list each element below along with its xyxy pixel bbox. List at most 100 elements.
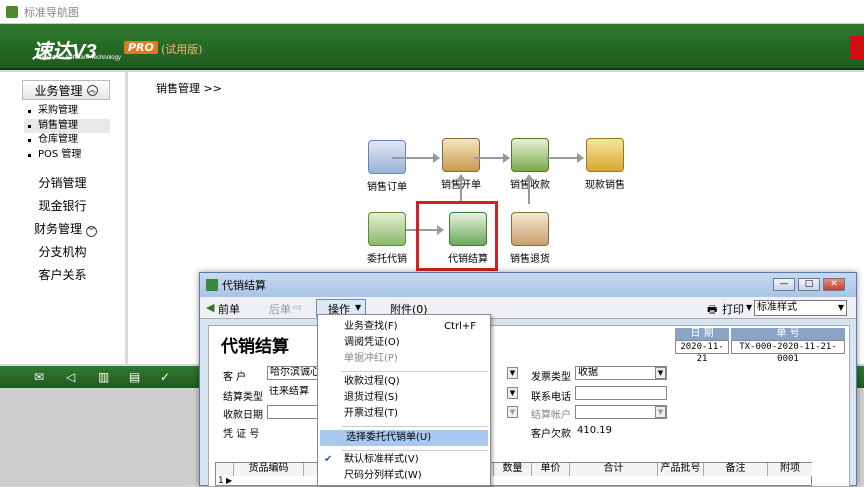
dialog-toolbar: ◀ 前单 后单 ⇨ 操作 ▼ 附件(0) 🖶 打印 ▼ 标准样式 <box>200 297 856 319</box>
menu-item-voucher[interactable]: 调阅凭证(O) <box>318 335 490 351</box>
grid-header-code[interactable]: 货品编码 <box>234 463 304 476</box>
flow-arrow-1 <box>392 153 440 163</box>
phone-label: 联系电话 <box>531 392 571 403</box>
notebook-icon[interactable]: ▤ <box>129 370 140 384</box>
collect-date-dropdown-icon[interactable]: ▼ <box>507 406 518 418</box>
sidebar-item-sales[interactable]: 销售管理 <box>24 118 110 133</box>
flow-cash-sales[interactable]: 现款销售 <box>570 138 640 191</box>
flow-cash-sales-label: 现款销售 <box>585 180 625 191</box>
menu-item-size-style[interactable]: 尺码分列样式(W) <box>318 468 490 484</box>
business-sub-list: 采购管理 销售管理 仓库管理 POS 管理 <box>24 104 110 162</box>
date-value[interactable]: 2020-11-21 <box>675 340 729 364</box>
return-box-icon <box>511 212 549 246</box>
invoice-type-dropdown-icon[interactable]: ▼ <box>655 367 666 379</box>
chevron-expand-icon: ︾ <box>86 226 97 237</box>
dialog-title: 代销结算 <box>222 279 266 292</box>
customer-dropdown-icon[interactable]: ▼ <box>507 367 518 379</box>
prev-arrow-icon: ◀ <box>206 301 215 314</box>
flow-sales-order-label: 销售订单 <box>367 182 407 193</box>
sidebar-item-warehouse[interactable]: 仓库管理 <box>24 133 110 148</box>
print-dropdown-icon[interactable]: ▼ <box>746 303 752 312</box>
sidebar-item-finance[interactable]: 财务管理 ︾ <box>0 220 125 237</box>
menu-item-select-consignment[interactable]: 选择委托代销单(U) <box>320 430 488 446</box>
sidebar-item-branch[interactable]: 分支机构 <box>0 243 125 260</box>
brand-subtitle: Superdata Software Technology <box>36 55 121 61</box>
menu-item-default-style-label: 默认标准样式(V) <box>344 454 419 465</box>
number-value[interactable]: TX-000-2020-11-21-0001 <box>731 340 845 364</box>
debt-label: 客户欠款 <box>531 429 571 440</box>
flow-consignment-label: 委托代销 <box>367 254 407 265</box>
items-grid[interactable]: 货品编码 数量 单价 合计 产品批号 备注 附项 1 ▶ <box>215 462 812 486</box>
flow-sales-return-label: 销售退货 <box>510 254 550 265</box>
finance-label: 财务管理 <box>33 222 82 236</box>
settle-type-dropdown-icon[interactable]: ▼ <box>507 387 518 399</box>
menu-item-find-shortcut: Ctrl+F <box>444 321 476 332</box>
flow-consignment[interactable]: 委托代销 <box>352 212 422 265</box>
menu-item-default-style[interactable]: ✔ 默认标准样式(V) <box>318 452 490 468</box>
invoice-type-label: 发票类型 <box>531 372 571 383</box>
grid-row-number: 1 <box>218 476 224 486</box>
close-banner-button[interactable] <box>850 36 864 60</box>
menu-item-invoice-process[interactable]: 开票过程(T) <box>318 406 490 422</box>
grid-header-total[interactable]: 合计 <box>570 463 658 476</box>
grid-header-price[interactable]: 单价 <box>532 463 570 476</box>
sidebar-item-pos[interactable]: POS 管理 <box>24 148 110 163</box>
pro-badge: PRO <box>124 41 158 54</box>
minimize-button[interactable]: — <box>773 278 795 291</box>
checkmark-icon: ✔ <box>324 454 333 465</box>
flow-sales-return[interactable]: 销售退货 <box>495 212 565 265</box>
business-header-label: 业务管理 <box>34 83 83 98</box>
mail-icon[interactable]: ✉ <box>34 370 44 384</box>
invoice-type-input[interactable]: 收据 <box>575 366 667 380</box>
sidebar: 业务管理 ︽ 采购管理 销售管理 仓库管理 POS 管理 分销管理 现金银行 财… <box>0 72 125 364</box>
account-input[interactable] <box>575 405 667 419</box>
style-select[interactable]: 标准样式 <box>754 300 847 316</box>
menu-item-reverse[interactable]: 单据冲红(P) <box>318 351 490 367</box>
grid-header-qty[interactable]: 数量 <box>494 463 532 476</box>
clipboard-icon <box>442 138 480 172</box>
sidebar-item-distribution[interactable]: 分销管理 <box>0 174 125 191</box>
dialog-titlebar: 代销结算 <box>200 273 856 297</box>
sidebar-item-crm[interactable]: 客户关系 <box>0 266 125 283</box>
grid-header-batch[interactable]: 产品批号 <box>658 463 704 476</box>
menu-separator-3 <box>342 450 488 451</box>
row-pointer-icon: ▶ <box>226 476 233 485</box>
flow-sales-collection[interactable]: 销售收款 <box>495 138 565 191</box>
menu-item-return-process[interactable]: 退货过程(S) <box>318 390 490 406</box>
speaker-icon[interactable]: ◁ <box>66 370 75 384</box>
flow-arrow-up-2 <box>524 174 534 204</box>
chevron-collapse-icon: ︽ <box>86 84 98 96</box>
phone-input[interactable] <box>575 386 667 400</box>
window-titlebar: 标准导航图 <box>0 0 864 24</box>
customer-input[interactable]: 哈尔滨诚心公 <box>267 366 317 380</box>
grid-corner <box>216 463 234 476</box>
menu-item-collect-process[interactable]: 收款过程(Q) <box>318 374 490 390</box>
account-dropdown-icon[interactable]: ▼ <box>655 406 666 418</box>
settle-type-input[interactable]: 往来结算 <box>267 386 317 400</box>
chart-growth-icon <box>511 138 549 172</box>
voucher-label: 凭 证 号 <box>223 429 260 440</box>
check-icon[interactable]: ✓ <box>160 370 170 384</box>
form-heading: 代销结算 <box>221 337 289 357</box>
flow-sales-collection-label: 销售收款 <box>510 180 550 191</box>
flow-sales-order[interactable]: 销售订单 <box>352 140 422 193</box>
maximize-button[interactable]: □ <box>798 278 820 291</box>
flow-arrow-2 <box>474 153 510 163</box>
debt-value: 410.19 <box>577 425 612 436</box>
print-button[interactable]: 打印 <box>722 301 744 317</box>
menu-item-find[interactable]: 业务查找(F) Ctrl+F <box>318 319 490 335</box>
customer-label: 客 户 <box>223 372 247 383</box>
collect-date-input[interactable] <box>267 405 319 419</box>
app-icon <box>6 5 18 18</box>
business-management-header[interactable]: 业务管理 ︽ <box>22 80 110 100</box>
prev-button[interactable]: 前单 <box>218 301 240 317</box>
next-button[interactable]: 后单 <box>269 301 291 317</box>
dialog-form: 代销结算 日 期 2020-11-21 单 号 TX-000-2020-11-2… <box>208 325 850 487</box>
grid-header-note[interactable]: 备注 <box>704 463 768 476</box>
grid-header-extra[interactable]: 附项 <box>768 463 812 476</box>
book-icon[interactable]: ▥ <box>98 370 109 384</box>
sidebar-item-cash-bank[interactable]: 现金银行 <box>0 197 125 214</box>
menu-separator-1 <box>342 371 488 372</box>
sidebar-item-purchase[interactable]: 采购管理 <box>24 104 110 119</box>
close-button[interactable]: ✕ <box>823 278 845 291</box>
